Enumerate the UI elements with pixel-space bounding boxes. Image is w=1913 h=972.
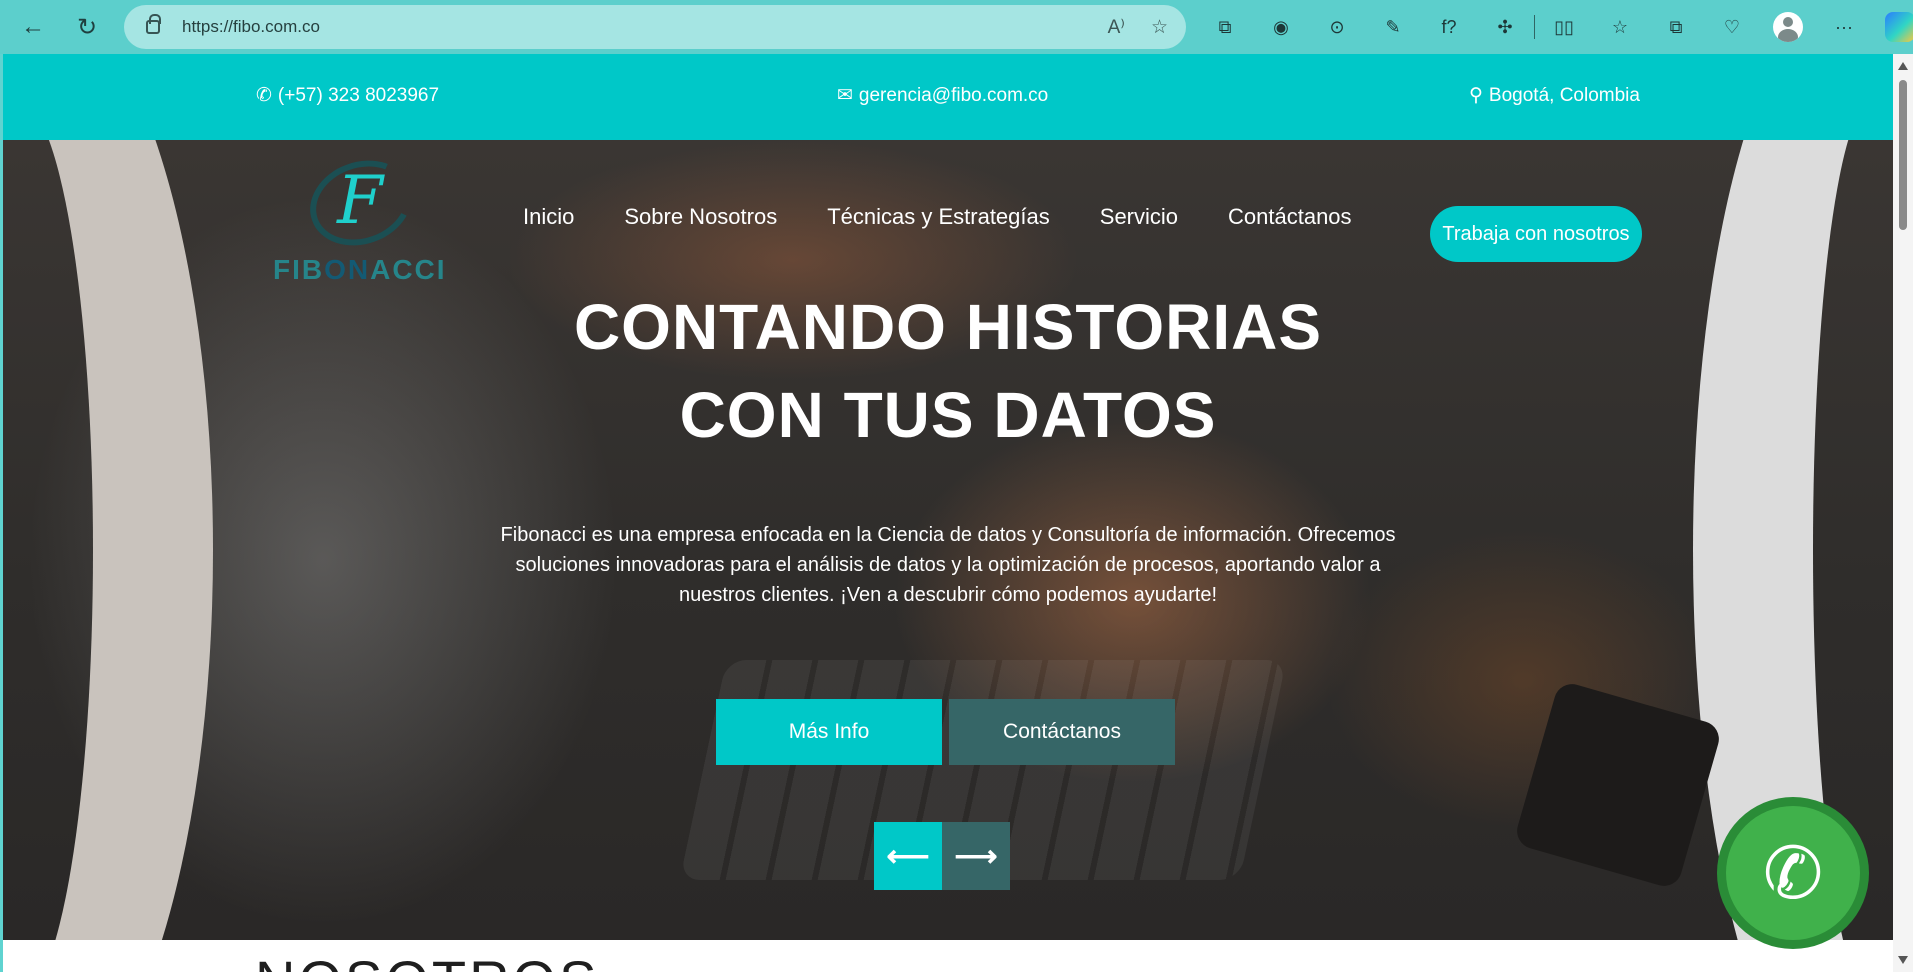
carousel-next-button[interactable]: ⟶: [942, 822, 1010, 890]
nav-item-servicio[interactable]: Servicio: [1100, 204, 1178, 230]
formula-icon[interactable]: f?: [1432, 10, 1466, 44]
camera-extension-icon[interactable]: ◉: [1264, 10, 1298, 44]
back-arrow-icon[interactable]: ←: [14, 8, 52, 46]
url-text[interactable]: https://fibo.com.co: [182, 17, 320, 37]
reload-icon[interactable]: ↻: [68, 8, 106, 46]
more-info-button[interactable]: Más Info: [716, 699, 942, 765]
section-title-nosotros: NOSOTROS: [255, 948, 599, 972]
hero-section: F FIBONACCI Inicio Sobre Nosotros Técnic…: [3, 140, 1893, 940]
whatsapp-button[interactable]: ✆: [1717, 797, 1869, 949]
page-viewport: ✆ (+57) 323 8023967 ✉ gerencia@fibo.com.…: [3, 54, 1893, 972]
logo-text-mid: ON: [324, 254, 371, 285]
email-icon: ✉: [837, 85, 853, 106]
browser-essentials-icon[interactable]: ♡: [1715, 10, 1749, 44]
profile-avatar[interactable]: [1771, 10, 1805, 44]
scroll-thumb[interactable]: [1899, 80, 1907, 230]
scroll-down-arrow-icon[interactable]: [1898, 956, 1908, 964]
arrow-right-icon: ⟶: [954, 839, 998, 873]
more-menu-icon[interactable]: ···: [1827, 10, 1861, 44]
location-pin-icon: ⚲: [1469, 85, 1483, 106]
logo-text-prefix: FIB: [273, 254, 325, 285]
logo-wordmark: FIBONACCI: [273, 254, 447, 286]
avatar-icon: [1773, 12, 1803, 42]
favorites-icon[interactable]: ☆: [1603, 10, 1637, 44]
toolbar-divider: [1534, 15, 1535, 39]
phone-icon: ✆: [256, 85, 272, 106]
phone-contact[interactable]: ✆ (+57) 323 8023967: [256, 84, 439, 107]
contact-topbar: ✆ (+57) 323 8023967 ✉ gerencia@fibo.com.…: [3, 54, 1893, 140]
hero-background-curve-left: [3, 140, 93, 940]
logo-text-suffix: ACCI: [370, 254, 447, 285]
nav-item-tecnicas[interactable]: Técnicas y Estrategías: [827, 204, 1050, 230]
browser-toolbar: ← ↻ https://fibo.com.co A⁾ ☆ ⧉ ◉ ⊙ ✎ f? …: [0, 0, 1913, 54]
hero-description: Fibonacci es una empresa enfocada en la …: [500, 524, 1396, 606]
screenshot-extension-icon[interactable]: ⧉: [1208, 10, 1242, 44]
nav-item-sobre-nosotros[interactable]: Sobre Nosotros: [624, 204, 777, 230]
logo-f-mark: F: [337, 162, 383, 239]
fibonacci-logo[interactable]: F FIBONACCI: [265, 146, 459, 285]
copilot-icon: [1885, 12, 1913, 42]
lock-icon[interactable]: [146, 14, 161, 34]
contact-button[interactable]: Contáctanos: [949, 699, 1175, 765]
phone-text: (+57) 323 8023967: [277, 84, 440, 106]
address-bar[interactable]: https://fibo.com.co A⁾ ☆: [124, 5, 1186, 49]
extensions-puzzle-icon[interactable]: ✣: [1488, 10, 1522, 44]
favorite-star-icon[interactable]: ☆: [1151, 16, 1168, 39]
email-text: gerencia@fibo.com.co: [858, 84, 1049, 106]
eyedropper-icon[interactable]: ✎: [1376, 10, 1410, 44]
location-text: Bogotá, Colombia: [1488, 84, 1640, 106]
collections-icon[interactable]: ⧉: [1659, 10, 1693, 44]
email-contact[interactable]: ✉ gerencia@fibo.com.co: [837, 84, 1048, 107]
read-aloud-icon[interactable]: A⁾: [1108, 16, 1125, 39]
hero-headline-line2: CON TUS DATOS: [679, 379, 1217, 451]
carousel-prev-button[interactable]: ⟵: [874, 822, 942, 890]
work-with-us-button[interactable]: Trabaja con nosotros: [1430, 206, 1642, 262]
main-nav: Inicio Sobre Nosotros Técnicas y Estrate…: [523, 204, 1352, 230]
record-extension-icon[interactable]: ⊙: [1320, 10, 1354, 44]
nav-item-contactanos[interactable]: Contáctanos: [1228, 204, 1352, 230]
hero-background-watch: [1512, 679, 1724, 891]
page-scrollbar[interactable]: [1893, 54, 1913, 972]
whatsapp-phone-icon: ✆: [1726, 806, 1860, 940]
nav-item-inicio[interactable]: Inicio: [523, 204, 574, 230]
split-screen-icon[interactable]: ▯▯: [1547, 10, 1581, 44]
scroll-up-arrow-icon[interactable]: [1898, 62, 1908, 70]
hero-headline-line1: CONTANDO HISTORIAS: [573, 291, 1323, 363]
location-contact: ⚲ Bogotá, Colombia: [1469, 84, 1640, 107]
arrow-left-icon: ⟵: [886, 839, 930, 873]
copilot-button[interactable]: [1883, 10, 1913, 44]
